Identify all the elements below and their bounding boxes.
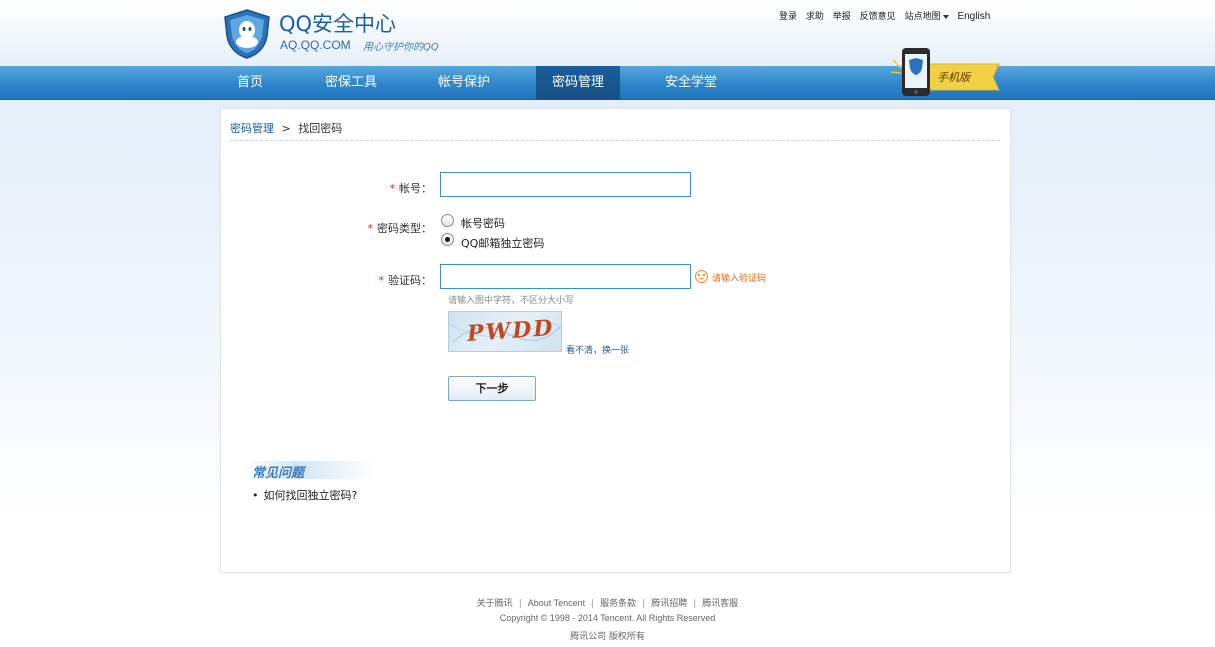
captcha-input[interactable] <box>440 264 691 289</box>
breadcrumb-divider <box>230 140 1000 141</box>
password-type-label: * 密码类型： <box>350 220 433 236</box>
warning-face-icon <box>695 270 708 283</box>
breadcrumb-current: 找回密码 <box>298 122 343 135</box>
captcha-warning-text: 请输入验证码 <box>712 274 767 284</box>
footer-separator: | <box>518 599 522 609</box>
captcha-hint: 请输入图中字符，不区分大小写 <box>448 296 575 306</box>
captcha-label-text: 验证码： <box>388 274 432 287</box>
next-step-button[interactable]: 下一步 <box>448 376 536 401</box>
captcha-image[interactable]: PWDD <box>448 311 562 352</box>
faq-item-link[interactable]: 如何找回独立密码? <box>264 489 358 502</box>
radio-qqmail-password-label[interactable]: QQ邮箱独立密码 <box>461 235 544 251</box>
breadcrumb: 密码管理 > 找回密码 <box>230 120 342 136</box>
account-label-text: 帐号： <box>399 182 432 195</box>
radio-account-password-label[interactable]: 帐号密码 <box>461 215 505 231</box>
top-links: 登录 求助 举报 反馈意见 站点地图 English <box>779 9 996 22</box>
required-mark: * <box>378 274 385 287</box>
sitemap-label: 站点地图 <box>904 12 941 22</box>
site-title: QQ安全中心 <box>279 12 397 36</box>
english-link[interactable]: English <box>957 11 990 22</box>
footer-link-service[interactable]: 腾讯客服 <box>702 599 738 609</box>
nav-item-password-management[interactable]: 密码管理 <box>536 66 620 100</box>
footer-links: 关于腾讯 | About Tencent | 服务条款 | 腾讯招聘 | 腾讯客服 <box>0 596 1215 609</box>
main-nav: 首页 密保工具 帐号保护 密码管理 安全学堂 <box>0 66 1215 100</box>
breadcrumb-parent-link[interactable]: 密码管理 <box>230 122 274 135</box>
refresh-captcha-link[interactable]: 看不清，换一张 <box>566 343 629 356</box>
captcha-label: * 验证码： <box>362 272 433 288</box>
nav-item-security-academy[interactable]: 安全学堂 <box>650 66 732 100</box>
footer-separator: | <box>591 599 595 609</box>
footer-company: 腾讯公司 版权所有 <box>570 632 645 642</box>
help-link[interactable]: 求助 <box>806 12 824 22</box>
account-input[interactable] <box>440 172 691 197</box>
login-link[interactable]: 登录 <box>779 12 797 22</box>
breadcrumb-separator: > <box>281 122 291 135</box>
footer-link-jobs[interactable]: 腾讯招聘 <box>651 599 687 609</box>
sitemap-dropdown[interactable]: 站点地图 <box>905 12 949 22</box>
footer-link-about-en[interactable]: About Tencent <box>528 598 585 608</box>
account-label: * 帐号： <box>372 180 433 196</box>
site-slogan: 用心守护你的QQ <box>363 42 439 53</box>
header <box>0 0 1215 66</box>
faq-title: 常见问题 <box>252 466 305 481</box>
required-mark: * <box>367 222 374 235</box>
faq-item[interactable]: • 如何找回独立密码? <box>252 487 357 503</box>
footer-link-about-cn[interactable]: 关于腾讯 <box>477 599 513 609</box>
site-domain: AQ.QQ.COM <box>280 38 351 52</box>
password-type-label-text: 密码类型： <box>377 222 432 235</box>
nav-item-home[interactable]: 首页 <box>222 66 278 100</box>
footer-separator: | <box>693 599 697 609</box>
chevron-down-icon <box>942 14 949 19</box>
footer-link-terms[interactable]: 服务条款 <box>600 599 636 609</box>
nav-item-account-protection[interactable]: 帐号保护 <box>423 66 505 100</box>
footer-copyright: Copyright © 1998 - 2014 Tencent. All Rig… <box>499 613 716 623</box>
report-link[interactable]: 举报 <box>833 12 851 22</box>
footer-separator: | <box>642 599 646 609</box>
mobile-badge-label: 手机版 <box>937 71 970 84</box>
bullet: • <box>252 489 259 502</box>
radio-account-password[interactable] <box>441 214 454 227</box>
required-mark: * <box>389 182 396 195</box>
radio-qqmail-password[interactable] <box>441 233 454 246</box>
feedback-link[interactable]: 反馈意见 <box>860 12 896 22</box>
mobile-version-badge[interactable]: 手机版 <box>889 46 1003 98</box>
qq-shield-logo-icon[interactable] <box>221 8 273 60</box>
nav-item-security-tools[interactable]: 密保工具 <box>310 66 392 100</box>
